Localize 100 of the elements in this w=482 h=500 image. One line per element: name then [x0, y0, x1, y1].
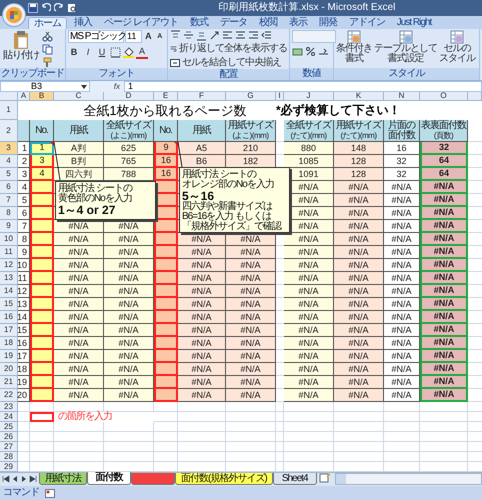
row-header[interactable]: 25: [0, 422, 18, 432]
align-bottom-icon[interactable]: [196, 30, 207, 42]
sheet-tab[interactable]: 面付数(規格外サイズ): [175, 473, 273, 485]
ribbon-tab[interactable]: ホーム: [28, 17, 67, 29]
column-header[interactable]: K: [334, 92, 384, 101]
scroll-thumb[interactable]: [336, 474, 346, 484]
row-header[interactable]: 21: [0, 376, 18, 389]
column-header[interactable]: N: [384, 92, 420, 101]
first-sheet-icon[interactable]: [2, 475, 10, 483]
row-header[interactable]: 15: [0, 298, 18, 311]
row-header[interactable]: 20: [0, 363, 18, 376]
row-header[interactable]: 1: [0, 101, 18, 120]
row-header[interactable]: 10: [0, 233, 18, 246]
row-header[interactable]: 12: [0, 259, 18, 272]
row-header[interactable]: 9: [0, 220, 18, 233]
merge-center-button[interactable]: セルを結合して中央揃え: [170, 56, 287, 69]
row-header[interactable]: 3: [0, 142, 18, 155]
save-icon[interactable]: [28, 3, 38, 13]
styles-button[interactable]: セルの スタイル: [439, 30, 475, 68]
copy-icon[interactable]: [42, 44, 53, 55]
styles-button[interactable]: テーブルとして 書式設定: [374, 30, 437, 68]
previous-sheet-icon[interactable]: [11, 475, 19, 483]
row-header[interactable]: 8: [0, 207, 18, 220]
row-header[interactable]: 27: [0, 442, 18, 452]
column-header[interactable]: J: [284, 92, 334, 101]
orientation-icon[interactable]: [209, 30, 220, 42]
formula-field[interactable]: 1: [124, 81, 482, 92]
last-sheet-icon[interactable]: [29, 475, 37, 483]
font-color-button[interactable]: A: [136, 46, 148, 59]
align-center-icon[interactable]: [235, 30, 246, 42]
border-icon[interactable]: [110, 47, 121, 58]
font-size-field[interactable]: 11: [125, 30, 142, 43]
row-header[interactable]: 29: [0, 462, 18, 472]
format-painter-icon[interactable]: [42, 57, 53, 68]
undo-icon[interactable]: [41, 3, 51, 13]
decimal-icon[interactable]: [318, 46, 329, 57]
column-header[interactable]: G: [226, 92, 276, 101]
align-middle-icon[interactable]: [183, 30, 194, 42]
row-header[interactable]: 26: [0, 432, 18, 442]
row-header[interactable]: 2: [0, 120, 18, 142]
column-header[interactable]: B: [30, 92, 54, 101]
ribbon-tab[interactable]: アドイン: [344, 17, 390, 29]
row-header[interactable]: 17: [0, 324, 18, 337]
macro-record-icon[interactable]: [45, 488, 55, 498]
column-header[interactable]: A: [18, 92, 30, 101]
scissors-icon[interactable]: [42, 31, 53, 42]
sheet-tab[interactable]: 面付数: [87, 472, 131, 485]
column-header[interactable]: I: [276, 92, 284, 101]
styles-button[interactable]: 条件付き 書式: [336, 30, 372, 68]
sheet-tab[interactable]: 用紙寸法: [39, 473, 87, 485]
row-header[interactable]: 28: [0, 452, 18, 462]
column-header[interactable]: C: [54, 92, 104, 101]
underline-button[interactable]: U: [96, 46, 108, 59]
ribbon-tab[interactable]: 挿入: [69, 17, 97, 29]
align-left-icon[interactable]: [222, 30, 233, 42]
redo-icon[interactable]: [54, 3, 64, 13]
row-header[interactable]: 5: [0, 168, 18, 181]
sheet-tab[interactable]: Sheet4: [272, 473, 317, 485]
column-header[interactable]: D: [104, 92, 154, 101]
row-header[interactable]: 7: [0, 194, 18, 207]
table-cell: [30, 272, 54, 285]
row-header[interactable]: 16: [0, 311, 18, 324]
row-header[interactable]: 11: [0, 246, 18, 259]
ribbon-tab[interactable]: データ: [214, 17, 252, 29]
fill-color-icon[interactable]: [123, 47, 134, 58]
row-header[interactable]: 19: [0, 350, 18, 363]
ribbon-tab[interactable]: ページ レイアウト: [99, 17, 183, 29]
next-sheet-icon[interactable]: [20, 475, 28, 483]
ribbon-tab[interactable]: 校閲: [254, 17, 282, 29]
column-header[interactable]: E: [154, 92, 178, 101]
ribbon-tab[interactable]: 数式: [184, 17, 213, 29]
print-preview-icon[interactable]: [67, 3, 77, 13]
row-header[interactable]: 18: [0, 337, 18, 350]
ribbon-tab[interactable]: 開発: [314, 17, 342, 29]
row-header[interactable]: 6: [0, 181, 18, 194]
row-header[interactable]: 23: [0, 402, 18, 412]
paste-button[interactable]: 貼り付け: [2, 30, 40, 68]
italic-button[interactable]: I: [82, 46, 94, 59]
wrap-text-button[interactable]: 折り返して全体を表示する: [170, 42, 287, 56]
row-header[interactable]: 22: [0, 389, 18, 402]
align-right-icon[interactable]: [248, 30, 259, 42]
number-format-field[interactable]: [292, 30, 336, 43]
ribbon-tab[interactable]: 表示: [284, 17, 312, 29]
insert-sheet-icon[interactable]: [318, 473, 331, 483]
indent-icon[interactable]: [261, 30, 272, 42]
ribbon-tab[interactable]: Just Right: [392, 17, 436, 29]
grow-font-button[interactable]: A: [143, 30, 154, 43]
row-header[interactable]: 13: [0, 272, 18, 285]
row-header[interactable]: 4: [0, 155, 18, 168]
name-box[interactable]: B3: [0, 81, 90, 92]
bold-button[interactable]: B: [68, 46, 80, 59]
insert-function-button[interactable]: fx: [92, 82, 122, 92]
row-header[interactable]: 14: [0, 285, 18, 298]
horizontal-scrollbar[interactable]: [334, 473, 482, 485]
row-header[interactable]: 24: [0, 412, 18, 422]
currency-icon[interactable]: [292, 46, 303, 57]
percent-icon[interactable]: [305, 46, 316, 57]
column-header[interactable]: O: [420, 92, 468, 101]
font-name-field[interactable]: MS Pゴシック: [68, 30, 124, 43]
column-header[interactable]: F: [178, 92, 226, 101]
